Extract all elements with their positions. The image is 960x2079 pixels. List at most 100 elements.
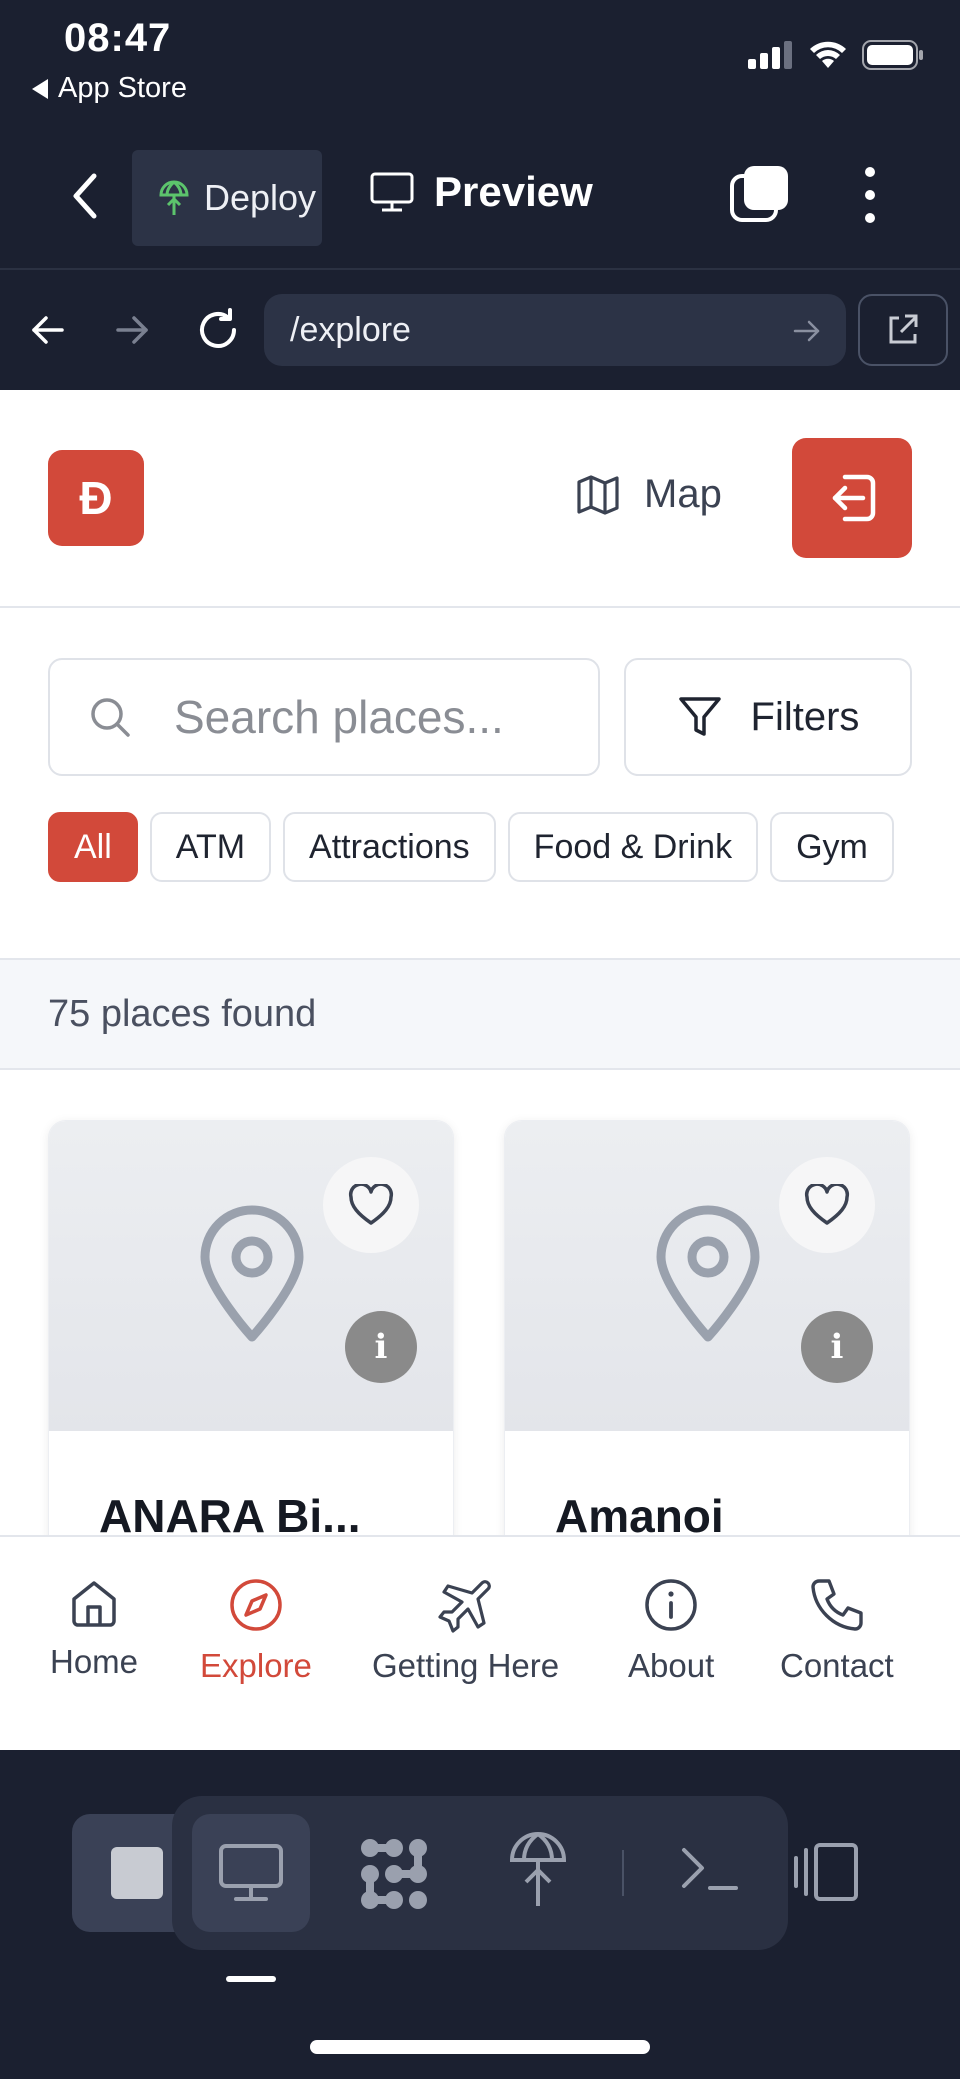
dock-terminal-button[interactable] [680,1844,740,1894]
wifi-icon [810,41,846,68]
bottom-dock [0,1750,960,2079]
tab-deploy-label: Deploy [204,177,317,218]
heart-icon [348,1184,394,1225]
info-circle-icon [645,1579,697,1631]
map-icon [577,474,619,515]
web-preview: Đ Map Search places... Filters All ATM A… [0,390,960,1750]
nav-tab-getting-here[interactable]: Getting Here [372,1577,559,1685]
tab-preview[interactable]: Preview [370,168,593,216]
terminal-icon [682,1848,738,1890]
cellular-signal-icon [748,41,792,69]
url-text: /explore [290,310,411,349]
active-tab-indicator [226,1976,276,1982]
dock-device-button[interactable] [792,1842,862,1902]
map-link[interactable]: Map [576,472,722,517]
favorite-button[interactable] [323,1157,419,1253]
arrow-left-icon [32,316,64,344]
phone-icon [811,1579,863,1631]
site-bottom-nav: Home Explore Getting Here About Contact [0,1535,960,1750]
open-external-button[interactable] [858,294,948,366]
info-icon[interactable]: i [345,1311,417,1383]
monitor-icon [370,172,414,212]
more-menu-button[interactable] [858,160,882,230]
nav-tab-home[interactable]: Home [50,1577,138,1681]
tab-preview-label: Preview [434,168,593,215]
map-pin-icon [200,1205,304,1342]
status-bar: 08:47 App Store [0,0,960,130]
back-to-app-link[interactable]: App Store [32,72,187,105]
deploy-globe-icon [509,1832,567,1906]
nav-tab-label: Explore [200,1647,312,1684]
close-back-button[interactable] [62,166,112,226]
chip-attractions[interactable]: Attractions [283,812,496,882]
url-field[interactable]: /explore [264,294,846,366]
browser-back-button[interactable] [28,310,68,350]
dock-preview-button[interactable] [192,1814,310,1932]
reload-icon [200,308,236,348]
favorite-button[interactable] [779,1157,875,1253]
log-in-icon [832,474,876,522]
system-icons [748,40,924,70]
search-placeholder: Search places... [174,691,504,743]
map-pin-icon [656,1205,760,1342]
chip-food-drink[interactable]: Food & Drink [507,812,759,882]
home-indicator[interactable] [310,2040,650,2054]
copy-windows-icon [730,166,788,222]
filters-button[interactable]: Filters [624,658,912,776]
external-link-icon [889,314,918,344]
status-time: 08:47 [64,16,172,60]
stop-square-icon [111,1847,163,1899]
place-card[interactable]: i Amanoi [504,1120,910,1580]
integrations-icon [361,1839,427,1909]
plane-icon [437,1580,491,1633]
search-input[interactable]: Search places... [48,658,600,776]
nav-tab-label: Home [50,1643,139,1680]
login-button[interactable] [792,438,912,558]
info-icon[interactable]: i [801,1311,873,1383]
filter-icon [678,697,721,736]
arrow-right-small-icon [793,320,820,342]
site-logo[interactable]: Đ [48,450,144,546]
app-toolbar: Deploy Preview [0,130,960,268]
browser-url-row: /explore [0,268,960,390]
search-icon [91,698,130,737]
nav-tab-contact[interactable]: Contact [780,1577,894,1685]
nav-tab-label: Contact [780,1647,894,1684]
more-vertical-icon [865,167,875,223]
dock-integrations-button[interactable] [356,1836,432,1912]
url-go-button[interactable] [792,318,822,344]
nav-tab-label: Getting Here [372,1647,560,1684]
deploy-globe-icon [159,180,189,215]
place-image-placeholder: i [49,1121,453,1431]
results-count-text: 75 places found [48,992,317,1035]
windows-button[interactable] [728,162,792,226]
place-card[interactable]: i ANARA Bi... [48,1120,454,1580]
chip-all[interactable]: All [48,812,138,882]
chevron-left-icon [73,173,97,219]
chip-gym[interactable]: Gym [770,812,894,882]
home-icon [72,1581,116,1627]
arrow-right-icon [116,316,148,344]
browser-reload-button[interactable] [194,306,242,354]
battery-icon [862,40,923,70]
map-link-label: Map [644,472,722,516]
results-count: 75 places found [0,958,960,1070]
compass-icon [230,1579,282,1631]
nav-tab-label: About [628,1647,715,1684]
back-app-label: App Store [58,72,187,104]
heart-icon [804,1184,850,1225]
chip-atm[interactable]: ATM [149,812,272,882]
tab-deploy[interactable]: Deploy [132,150,322,246]
nav-tab-explore[interactable]: Explore [200,1577,312,1685]
browser-forward-button[interactable] [112,310,152,350]
category-chips: All ATM Attractions Food & Drink Gym [48,812,912,884]
place-image-placeholder: i [505,1121,909,1431]
dock-divider [622,1850,624,1896]
monitor-icon [219,1844,283,1901]
back-triangle-icon [32,78,48,99]
device-preview-icon [794,1843,858,1901]
site-header: Đ Map [0,390,960,608]
dock-deploy-button[interactable] [508,1830,568,1910]
filters-label: Filters [750,694,860,739]
nav-tab-about[interactable]: About [628,1577,714,1685]
